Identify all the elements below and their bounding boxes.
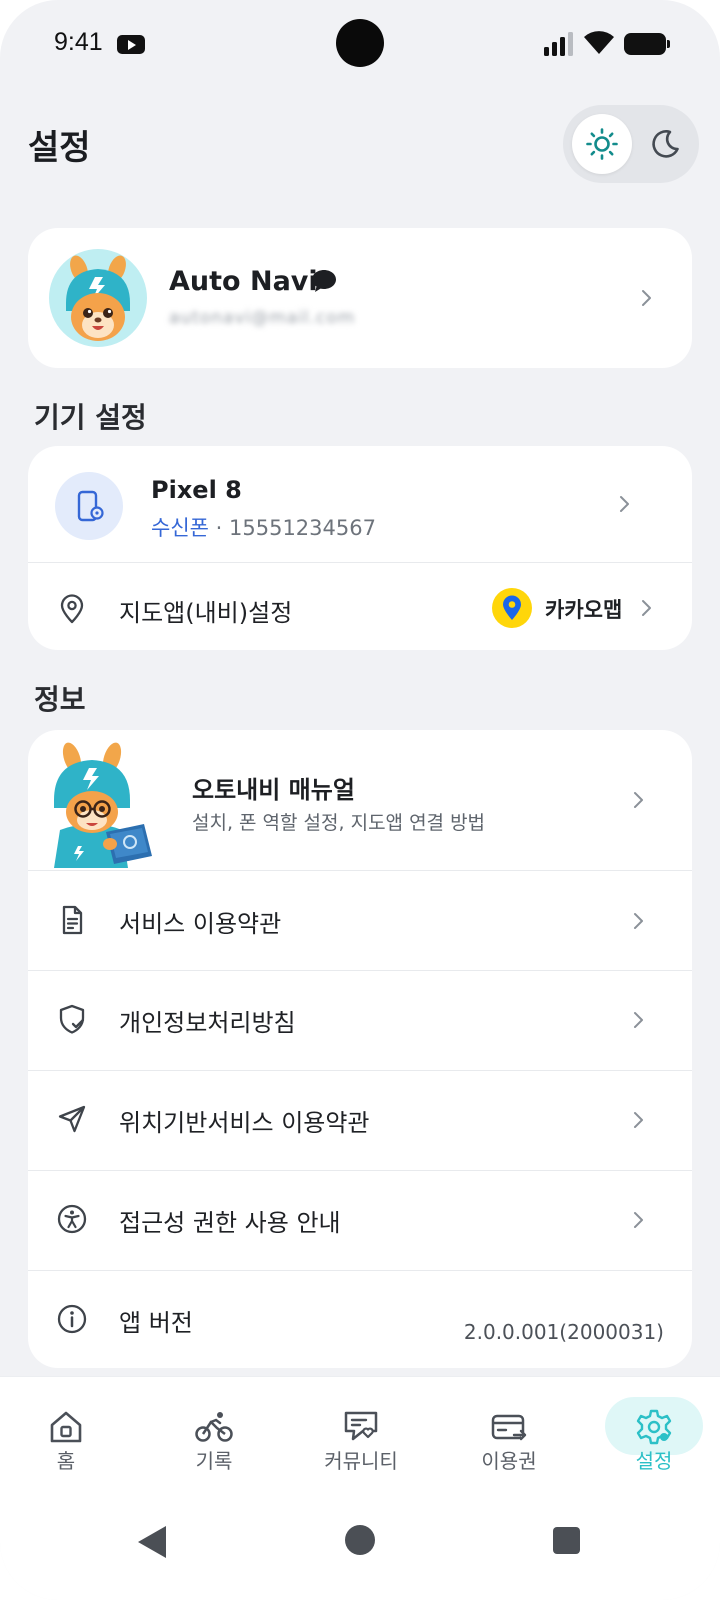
info-icon <box>57 1304 87 1334</box>
device-phone-number: 15551234567 <box>229 516 376 540</box>
dark-mode-button[interactable] <box>635 114 695 174</box>
navigation-arrow-icon <box>58 1105 86 1133</box>
app-version-value: 2.0.0.001(2000031) <box>463 1320 664 1344</box>
home-icon <box>50 1411 82 1443</box>
chevron-right-icon <box>620 496 629 512</box>
avatar <box>49 249 147 347</box>
phone-screen: 9:41 설정 Auto Navi autonavi@mail.com 기기 설… <box>0 0 720 1600</box>
status-bar: 9:41 <box>0 0 720 88</box>
ticket-card-icon <box>491 1414 527 1441</box>
system-recents-icon[interactable] <box>553 1527 580 1554</box>
chevron-right-icon <box>634 1212 643 1228</box>
manual-description: 설치, 폰 역할 설정, 지도앱 연결 방법 <box>192 812 486 834</box>
mascot-reading-manual-illustration <box>54 742 152 868</box>
manual-title: 오토내비 매뉴얼 <box>192 776 355 804</box>
device-name: Pixel 8 <box>151 476 242 504</box>
document-icon <box>62 905 83 935</box>
nav-tab-community[interactable]: 커뮤니티 <box>289 1377 433 1485</box>
menu-item-label: 서비스 이용약관 <box>119 910 282 938</box>
youtube-notification-icon <box>117 35 145 54</box>
menu-item-label: 개인정보처리방침 <box>119 1009 296 1037</box>
profile-name: Auto Navi <box>169 266 318 297</box>
device-settings-card: Pixel 8 수신폰 · 15551234567 지도앱(내비)설정 카카오맵 <box>28 446 692 650</box>
chevron-right-icon <box>634 1112 643 1128</box>
device-row[interactable]: Pixel 8 수신폰 · 15551234567 <box>28 446 692 562</box>
manual-row[interactable]: 오토내비 매뉴얼 설치, 폰 역할 설정, 지도앱 연결 방법 <box>28 730 692 870</box>
nav-tab-label: 설정 <box>635 1449 673 1473</box>
mascot-avatar-illustration <box>66 255 130 341</box>
nav-tab-label: 홈 <box>56 1449 76 1473</box>
profile-email: autonavi@mail.com <box>169 308 356 328</box>
map-app-setting-label: 지도앱(내비)설정 <box>119 599 293 627</box>
battery-icon <box>624 33 670 55</box>
device-subtitle: 수신폰 · 15551234567 <box>151 512 376 542</box>
system-back-icon[interactable] <box>138 1526 166 1558</box>
settings-gear-icon <box>636 1409 672 1445</box>
info-card: 오토내비 매뉴얼 설치, 폰 역할 설정, 지도앱 연결 방법 서비스 이용약관… <box>28 730 692 1368</box>
menu-item-label: 접근성 권한 사용 안내 <box>119 1209 341 1237</box>
cellular-signal-icon <box>544 32 574 56</box>
system-home-icon[interactable] <box>345 1525 375 1555</box>
nav-tab-records[interactable]: 기록 <box>142 1377 286 1485</box>
device-separator: · <box>208 516 229 540</box>
location-pin-icon <box>60 594 84 624</box>
theme-toggle[interactable] <box>563 105 699 183</box>
chevron-right-icon <box>642 290 651 306</box>
nav-tab-label: 커뮤니티 <box>324 1449 398 1473</box>
chevron-right-icon <box>642 600 651 616</box>
map-app-value: 카카오맵 <box>545 598 623 622</box>
kakao-chat-icon <box>312 270 336 292</box>
section-title-info: 정보 <box>34 683 86 716</box>
nav-tab-pass[interactable]: 이용권 <box>437 1377 581 1485</box>
nav-tab-settings[interactable]: 설정 <box>582 1377 720 1485</box>
nav-tab-home[interactable]: 홈 <box>0 1377 138 1485</box>
bottom-navigation: 홈 기록 커뮤니티 이용권 설정 <box>0 1376 720 1484</box>
chevron-right-icon <box>634 792 643 808</box>
device-role: 수신폰 <box>151 516 209 540</box>
wifi-icon <box>584 31 614 54</box>
status-time: 9:41 <box>54 28 103 56</box>
app-version-label: 앱 버전 <box>119 1309 193 1337</box>
phone-location-icon <box>77 490 104 522</box>
page-title: 설정 <box>28 128 91 168</box>
accessibility-icon <box>57 1204 87 1234</box>
device-icon-badge <box>55 472 123 540</box>
section-title-device: 기기 설정 <box>34 401 147 434</box>
profile-card[interactable]: Auto Navi autonavi@mail.com <box>28 228 692 368</box>
community-icon <box>344 1411 378 1441</box>
front-camera <box>336 19 384 67</box>
sun-icon <box>586 128 618 160</box>
shield-check-icon <box>59 1004 85 1034</box>
chevron-right-icon <box>634 913 643 929</box>
nav-tab-label: 기록 <box>195 1449 233 1473</box>
system-navigation-bar <box>0 1484 720 1600</box>
nav-tab-label: 이용권 <box>481 1449 537 1473</box>
light-mode-button[interactable] <box>572 114 632 174</box>
kakaomap-logo-icon <box>492 588 532 628</box>
menu-item-label: 위치기반서비스 이용약관 <box>119 1109 370 1137</box>
chevron-right-icon <box>634 1012 643 1028</box>
moon-icon <box>652 130 679 158</box>
bike-icon <box>195 1412 233 1442</box>
